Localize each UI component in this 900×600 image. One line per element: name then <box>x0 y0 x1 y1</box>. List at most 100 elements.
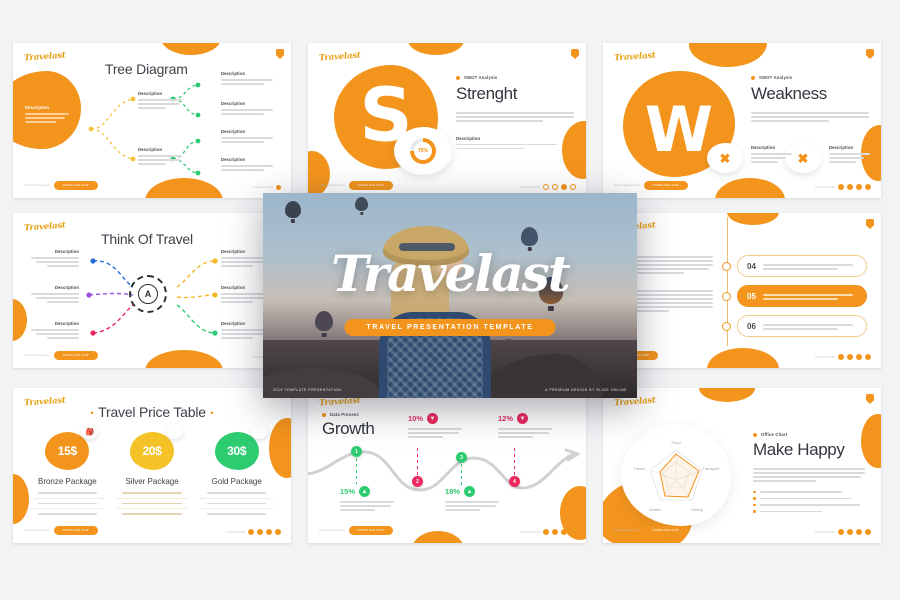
slide-make-happy[interactable]: Travelast Food Transport Dining Hostel T… <box>603 388 881 543</box>
slide-eyebrow: Data Process <box>322 412 374 417</box>
page-dot-active[interactable] <box>856 529 862 535</box>
page-dot-active[interactable] <box>856 354 862 360</box>
price-value: 20$ <box>142 444 162 458</box>
page-dot-active[interactable] <box>838 184 844 190</box>
percent-value: 15% <box>340 487 356 496</box>
tree-leaf-item: Description <box>221 157 273 171</box>
timeline-row-04[interactable]: 04 <box>722 255 867 277</box>
page-dot-active[interactable] <box>865 184 871 190</box>
slide-tree-diagram[interactable]: Travelast Tree Diagram Description Descr… <box>13 43 291 198</box>
data-point-2[interactable]: 2 <box>412 476 423 487</box>
download-button[interactable]: DOWNLOAD NOW <box>348 526 393 535</box>
hero-footer-right: A PREMIUM DESIGN BY SLIDE ONLINE <box>545 388 627 392</box>
list-item <box>753 504 865 507</box>
slide-title: Make Happy <box>753 440 845 459</box>
radar-chart: Food Transport Dining Hostel Travel <box>634 440 721 512</box>
hot-air-balloon-icon <box>355 197 368 215</box>
page-dot-active[interactable] <box>847 184 853 190</box>
node-label: Description <box>138 91 163 96</box>
slide-footer-left: www.Travelast.com DOWNLOAD NOW <box>614 526 688 535</box>
download-button[interactable]: DOWNLOAD NOW <box>643 181 688 190</box>
hero-cover-slide[interactable]: Travelast TRAVEL PRESENTATION TEMPLATE 2… <box>263 193 637 398</box>
package-name: Gold Package <box>211 477 262 486</box>
page-dot-active[interactable] <box>865 529 871 535</box>
page-dot-active[interactable] <box>275 529 281 535</box>
list-item <box>753 491 865 494</box>
slide-title: Tree Diagram <box>105 61 188 77</box>
slide-footer-right: Travelast 2019 <box>815 529 871 535</box>
slide-think-of-travel[interactable]: Travelast Think Of Travel A Description <box>13 213 291 368</box>
slide-eyebrow: SWOT Analysis <box>456 75 574 80</box>
brand-logo: Travelast <box>23 50 67 64</box>
bullet-dot-icon <box>456 75 460 80</box>
tree-branch-item: Description <box>138 147 182 165</box>
brand-logo: Travelast <box>318 50 362 64</box>
timeline-row-06[interactable]: 06 <box>722 315 867 337</box>
bullet-dot-icon <box>753 432 757 437</box>
pricing-card-silver[interactable]: 20$ ☂ Silver Package <box>115 424 189 519</box>
pricing-card-gold[interactable]: 30$ ✈ Gold Package <box>200 424 274 519</box>
page-dot-active[interactable] <box>838 354 844 360</box>
tree-leaf-item: Description <box>221 71 273 85</box>
download-button[interactable]: DOWNLOAD NOW <box>643 526 688 535</box>
node-label: Description <box>221 157 246 162</box>
page-dot-active[interactable] <box>552 529 558 535</box>
slide-growth[interactable]: Travelast Data Process Growth 1 2 3 4 10… <box>308 388 586 543</box>
decorative-blob <box>145 178 223 198</box>
download-button[interactable]: DOWNLOAD NOW <box>53 526 98 535</box>
decorative-blob <box>161 43 221 55</box>
page-dot-active[interactable] <box>865 354 871 360</box>
page-dot-active[interactable] <box>847 529 853 535</box>
svg-text:Dining: Dining <box>691 507 702 512</box>
slide-footer-left: www.Travelast.com DOWNLOAD NOW <box>319 181 393 190</box>
page-dot-active[interactable] <box>248 529 254 535</box>
footer-copyright: Travelast 2019 <box>815 530 835 534</box>
price-badge: 20$ ☂ <box>130 424 183 470</box>
package-name: Bronze Package <box>37 477 97 486</box>
slide-weakness[interactable]: Travelast ✖ ✖ SWOT Analysis Weakness Des… <box>603 43 881 198</box>
download-button[interactable]: DOWNLOAD NOW <box>53 351 98 360</box>
decorative-blob <box>715 178 785 198</box>
slide-travel-price-table[interactable]: Travelast • Travel Price Table • 15$ 🎒 B… <box>13 388 291 543</box>
slide-footer-right: Travelast 2019 <box>815 184 871 190</box>
slide-timeline[interactable]: Travelast 04 05 <box>603 213 881 368</box>
page-dot-active[interactable] <box>856 184 862 190</box>
page-dot-active[interactable] <box>561 184 567 190</box>
page-dot-active[interactable] <box>543 529 549 535</box>
page-dot-active[interactable] <box>257 529 263 535</box>
radar-chart-card: Food Transport Dining Hostel Travel <box>621 424 731 526</box>
page-dot[interactable] <box>552 184 558 190</box>
page-dot-active[interactable] <box>847 354 853 360</box>
page-dot-active[interactable] <box>561 529 567 535</box>
node-label: Description <box>221 101 246 106</box>
slide-strenght[interactable]: Travelast 75% SWOT Analysis Strenght Des… <box>308 43 586 198</box>
download-button[interactable]: DOWNLOAD NOW <box>348 181 393 190</box>
decorative-blob <box>408 43 464 55</box>
data-point-1[interactable]: 1 <box>351 446 362 457</box>
percent-value: 10% <box>408 414 424 423</box>
donut-value: 75% <box>417 148 428 154</box>
data-point-4[interactable]: 4 <box>509 476 520 487</box>
percent-donut-card: 75% <box>394 127 452 175</box>
page-dot[interactable] <box>570 184 576 190</box>
pricing-card-bronze[interactable]: 15$ 🎒 Bronze Package <box>31 424 104 519</box>
shield-icon <box>571 49 579 59</box>
price-badge: 30$ ✈ <box>214 424 268 470</box>
footer-copyright: Travelast 2019 <box>253 186 273 189</box>
timeline-marker <box>722 261 731 271</box>
timeline-row-05[interactable]: 05 <box>722 285 867 307</box>
data-point-3[interactable]: 3 <box>456 452 467 463</box>
svg-text:Hostel: Hostel <box>649 507 660 512</box>
page-dot-active[interactable] <box>570 529 576 535</box>
percent-value: 18% <box>445 487 461 496</box>
page-dot-active[interactable] <box>266 529 272 535</box>
percent-value: 12% <box>498 414 514 423</box>
timeline-number: 05 <box>747 291 756 301</box>
slide-footer-left: www.Travelast.com DOWNLOAD NOW <box>614 181 688 190</box>
slide-title: Travel Price Table <box>98 404 206 420</box>
page-dot-active[interactable] <box>838 529 844 535</box>
footer-url: www.Travelast.com <box>614 184 640 187</box>
download-button[interactable]: DOWNLOAD NOW <box>53 181 98 190</box>
page-dot[interactable] <box>276 185 281 190</box>
page-dot[interactable] <box>543 184 549 190</box>
